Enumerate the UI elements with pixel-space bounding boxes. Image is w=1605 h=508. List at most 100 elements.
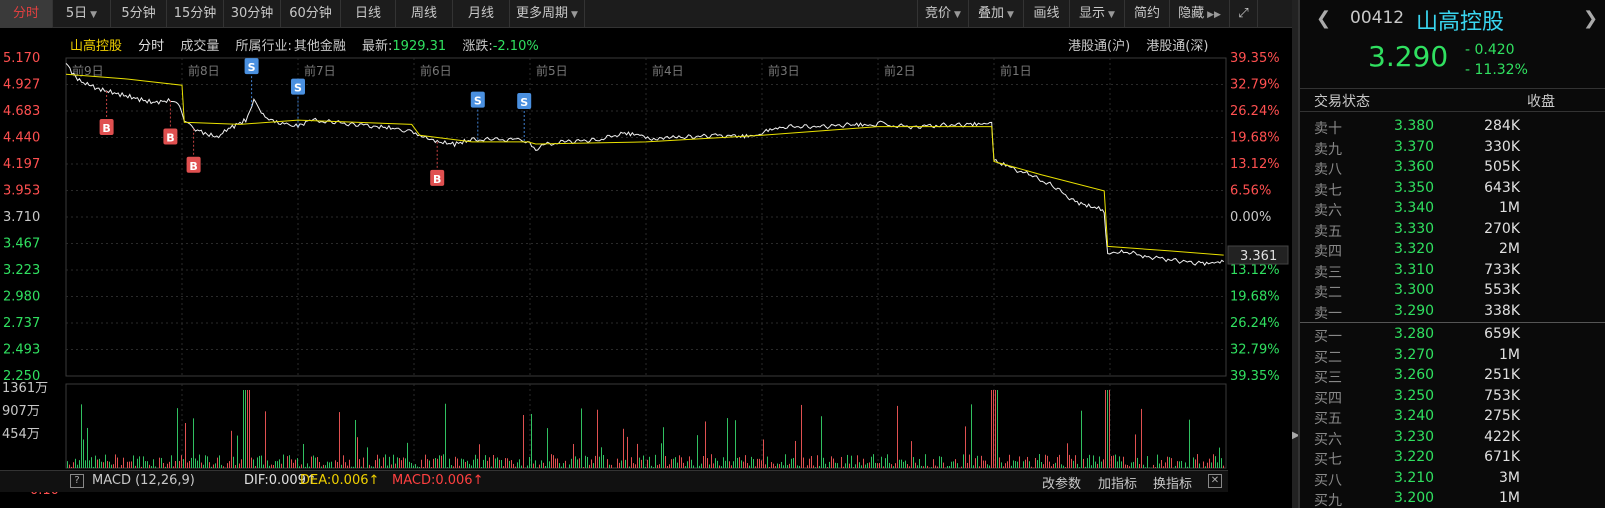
- volume-bar: [1099, 456, 1100, 468]
- volume-bar: [513, 463, 514, 468]
- volume-bar: [693, 465, 694, 468]
- period-tab-3[interactable]: 15分钟: [167, 0, 224, 28]
- volume-bar: [873, 454, 874, 468]
- volume-bar: [705, 421, 706, 468]
- volume-bar: [957, 463, 958, 468]
- level-volume: 659K: [1484, 326, 1520, 342]
- volume-bar: [259, 455, 260, 468]
- bid-row[interactable]: 买四 3.250 753K: [1300, 386, 1605, 407]
- period-tab-2[interactable]: 5分钟: [111, 0, 167, 28]
- volume-bar: [79, 460, 80, 468]
- volume-bar: [829, 461, 830, 468]
- bid-row[interactable]: 买六 3.230 422K: [1300, 427, 1605, 448]
- volume-bar: [749, 465, 750, 468]
- bid-row[interactable]: 买七 3.220 671K: [1300, 447, 1605, 468]
- ask-row[interactable]: 卖五 3.330 270K: [1300, 219, 1605, 240]
- bid-row[interactable]: 买八 3.210 3M: [1300, 468, 1605, 489]
- volume-bar: [1121, 461, 1122, 468]
- period-tab-0[interactable]: 分时: [0, 0, 53, 28]
- volume-bar: [769, 467, 770, 468]
- period-tab-8[interactable]: 月线: [453, 0, 510, 28]
- tool-button-0[interactable]: 竞价 ▼: [917, 0, 969, 28]
- level-price: 3.370: [1394, 138, 1435, 155]
- volume-bar: [637, 443, 638, 468]
- bid-row[interactable]: 买二 3.270 1M: [1300, 345, 1605, 366]
- volume-bar: [579, 458, 580, 468]
- period-tab-7[interactable]: 周线: [396, 0, 453, 28]
- volume-bar: [1165, 462, 1166, 468]
- volume-bar: [881, 456, 882, 468]
- tool-button-2[interactable]: 画线: [1024, 0, 1070, 28]
- ask-row[interactable]: 卖八 3.360 505K: [1300, 157, 1605, 178]
- tool-button-1[interactable]: 叠加 ▼: [969, 0, 1024, 28]
- add-indicator-button[interactable]: 加指标: [1098, 473, 1137, 492]
- period-tab-label: 5日: [65, 6, 88, 21]
- level-price: 3.240: [1394, 408, 1435, 424]
- volume-bar: [765, 464, 766, 468]
- period-tab-4[interactable]: 30分钟: [224, 0, 281, 28]
- ask-row[interactable]: 卖九 3.370 330K: [1300, 137, 1605, 158]
- volume-bar: [309, 466, 310, 468]
- fullscreen-icon[interactable]: ⤢: [1230, 0, 1258, 28]
- volume-bar: [275, 461, 276, 468]
- volume-bar: [899, 459, 900, 468]
- tool-button-5[interactable]: 隐藏 ▶▶: [1170, 0, 1230, 28]
- volume-bar: [73, 462, 74, 468]
- bid-row[interactable]: 买一 3.280 659K: [1300, 324, 1605, 345]
- period-tab-9[interactable]: 更多周期 ▼: [510, 0, 585, 28]
- bid-row[interactable]: 买五 3.240 275K: [1300, 406, 1605, 427]
- volume-bar: [619, 462, 620, 468]
- ask-row[interactable]: 卖七 3.350 643K: [1300, 178, 1605, 199]
- level-volume: 2M: [1499, 241, 1520, 257]
- volume-bar: [739, 457, 740, 468]
- ask-row[interactable]: 卖一 3.290 338K: [1300, 301, 1605, 322]
- volume-bar: [135, 465, 136, 468]
- marker-label: B: [102, 122, 110, 135]
- volume-bar: [941, 456, 942, 468]
- ask-row[interactable]: 卖六 3.340 1M: [1300, 198, 1605, 219]
- volume-bar: [917, 465, 918, 468]
- volume-bar: [385, 454, 386, 468]
- level-label: 买七: [1314, 452, 1342, 468]
- day-label: 前3日: [768, 63, 800, 78]
- volume-bar: [1105, 390, 1106, 468]
- tool-button-3[interactable]: 显示 ▼: [1070, 0, 1125, 28]
- volume-bar: [645, 466, 646, 468]
- next-stock-icon[interactable]: ❯: [1583, 8, 1598, 29]
- volume-bar: [573, 443, 574, 468]
- volume-bar: [1189, 419, 1190, 468]
- volume-bar: [953, 461, 954, 468]
- volume-bar: [531, 413, 532, 468]
- period-tab-1[interactable]: 5日 ▼: [53, 0, 111, 28]
- intraday-chart[interactable]: 5.170 39.35% 4.927 32.79% 4.683 26.24% 4.440 19…: [0, 28, 1290, 498]
- volume-bar: [517, 462, 518, 468]
- ask-row[interactable]: 卖二 3.300 553K: [1300, 280, 1605, 301]
- prev-stock-icon[interactable]: ❮: [1316, 8, 1331, 29]
- level-price: 3.200: [1394, 490, 1435, 506]
- ask-row[interactable]: 卖三 3.310 733K: [1300, 260, 1605, 281]
- period-tab-5[interactable]: 60分钟: [281, 0, 341, 28]
- bid-row[interactable]: 买三 3.260 251K: [1300, 365, 1605, 386]
- volume-bar: [621, 460, 622, 468]
- level-label: 卖八: [1314, 162, 1342, 178]
- volume-bar: [77, 464, 78, 468]
- volume-bar: [1031, 466, 1032, 468]
- ask-row[interactable]: 卖十 3.380 284K: [1300, 116, 1605, 137]
- period-tab-6[interactable]: 日线: [341, 0, 396, 28]
- ask-row[interactable]: 卖四 3.320 2M: [1300, 239, 1605, 260]
- volume-bar: [1013, 460, 1014, 468]
- volume-bar: [797, 465, 798, 468]
- help-icon[interactable]: ?: [70, 474, 84, 488]
- volume-bar: [455, 456, 456, 468]
- volume-bar: [949, 465, 950, 468]
- volume-bar: [495, 458, 496, 468]
- volume-bar: [1027, 456, 1028, 468]
- y-pct-label: 32.79%: [1230, 343, 1280, 358]
- close-icon[interactable]: ✕: [1208, 474, 1222, 488]
- tool-button-4[interactable]: 简约: [1125, 0, 1170, 28]
- volume-bar: [599, 456, 600, 468]
- edit-params-button[interactable]: 改参数: [1042, 473, 1081, 492]
- switch-indicator-button[interactable]: 换指标: [1153, 473, 1192, 492]
- bid-row[interactable]: 买九 3.200 1M: [1300, 488, 1605, 508]
- volume-bar: [111, 464, 112, 468]
